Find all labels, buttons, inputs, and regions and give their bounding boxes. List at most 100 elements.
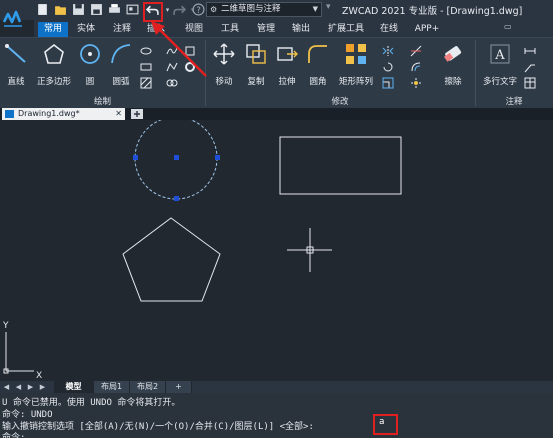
move-label: 移动 <box>215 77 233 87</box>
erase-button[interactable]: 擦除 <box>440 42 466 87</box>
stretch-icon <box>277 47 298 61</box>
array-icon <box>346 44 366 64</box>
tab-layout2[interactable]: 布局2 <box>130 381 166 393</box>
copy-button[interactable]: 复制 <box>243 42 269 87</box>
fillet-label: 圆角 <box>309 77 327 87</box>
tab-annotate[interactable]: 注释 <box>108 22 136 37</box>
arc-button[interactable]: 圆弧 <box>108 42 134 87</box>
help-icon[interactable]: ? <box>192 3 205 16</box>
tab-layout1[interactable]: 布局1 <box>94 381 130 393</box>
rectangle-entity[interactable] <box>279 136 402 195</box>
polygon-button[interactable]: 正多边形 <box>34 42 74 87</box>
move-icon <box>213 43 235 65</box>
tab-extension-tools[interactable]: 扩展工具 <box>323 22 369 37</box>
layout-tab-bar: ◀ ◀ ▶ ▶ 模型 布局1 布局2 + <box>0 381 553 393</box>
trim-icon[interactable] <box>410 45 422 57</box>
ucs-y-label: Y <box>2 321 9 331</box>
app-logo-icon[interactable] <box>2 8 24 30</box>
first-layout-icon[interactable]: ◀ <box>2 382 11 392</box>
new-tab-button[interactable] <box>131 109 143 119</box>
move-button[interactable]: 移动 <box>212 42 236 87</box>
plus-icon <box>134 111 140 117</box>
table-icon[interactable] <box>524 77 536 89</box>
open-folder-icon[interactable] <box>54 3 67 16</box>
save-icon[interactable] <box>72 3 85 16</box>
ucs-icon: Y X <box>2 321 42 381</box>
tab-output[interactable]: 输出 <box>287 22 315 37</box>
modify-group-label[interactable]: 修改 <box>205 96 475 108</box>
tab-home[interactable]: 常用 <box>38 22 68 37</box>
grip-right[interactable] <box>215 155 220 160</box>
window-title: ZWCAD 2021 专业版 - [Drawing1.dwg] <box>342 6 523 17</box>
mtext-label: 多行文字 <box>482 77 517 87</box>
prev-layout-icon[interactable]: ◀ <box>14 382 23 392</box>
svg-text:?: ? <box>196 6 201 16</box>
circle-button[interactable]: 圆 <box>78 42 102 87</box>
arc-icon <box>111 44 131 64</box>
ribbon-panel: 直线 正多边形 圆 圆弧 绘制 移动 复制 拉伸 圆角 矩形阵列 擦除 修改 A… <box>0 37 553 108</box>
drawing-file-icon <box>5 110 14 118</box>
rectangular-array-button[interactable]: 矩形阵列 <box>336 42 376 87</box>
grip-bottom[interactable] <box>174 196 179 201</box>
mirror-icon[interactable] <box>382 45 394 57</box>
grip-center[interactable] <box>174 155 179 160</box>
close-icon[interactable]: ✕ <box>115 108 122 120</box>
tab-tools[interactable]: 工具 <box>216 22 244 37</box>
plot-preview-icon[interactable] <box>126 3 139 16</box>
new-file-icon[interactable] <box>36 3 49 16</box>
stretch-button[interactable]: 拉伸 <box>274 42 300 87</box>
tab-add-layout[interactable]: + <box>166 381 192 393</box>
draw-group-label[interactable]: 绘制 <box>0 96 205 108</box>
customize-dropdown-icon[interactable]: ▾ <box>326 2 331 12</box>
mtext-button[interactable]: A 多行文字 <box>481 42 519 87</box>
circle-icon <box>80 44 100 64</box>
next-layout-icon[interactable]: ▶ <box>26 382 35 392</box>
leader-icon[interactable] <box>524 61 536 73</box>
tab-solid[interactable]: 实体 <box>72 22 100 37</box>
ribbon-minimize-icon[interactable]: ▭ <box>504 22 512 31</box>
drawing-canvas[interactable]: Y X <box>0 120 553 381</box>
grip-left[interactable] <box>133 155 138 160</box>
tab-app-plus[interactable]: APP+ <box>411 22 443 37</box>
svg-text:A: A <box>494 48 505 63</box>
workspace-label: 二维草图与注释 <box>221 4 281 14</box>
save-as-icon[interactable] <box>90 3 103 16</box>
annotate-group-label[interactable]: 注释 <box>475 96 553 108</box>
tab-online[interactable]: 在线 <box>375 22 403 37</box>
crosshair-cursor <box>287 228 332 272</box>
scale-icon[interactable] <box>382 77 394 89</box>
line-button[interactable]: 直线 <box>4 42 28 87</box>
polygon-label: 正多边形 <box>36 77 71 87</box>
explode-icon[interactable] <box>410 77 422 89</box>
copy-label: 复制 <box>247 77 265 87</box>
ucs-x-label: X <box>36 371 42 381</box>
offset-icon[interactable] <box>410 61 422 73</box>
copy-icon <box>246 44 266 64</box>
workspace-select[interactable]: ⚙ 二维草图与注释 ▼ <box>206 2 322 17</box>
fillet-button[interactable]: 圆角 <box>305 42 331 87</box>
document-tab-label: Drawing1.dwg* <box>18 109 80 118</box>
last-layout-icon[interactable]: ▶ <box>38 382 47 392</box>
fillet-icon <box>308 45 327 63</box>
array-label: 矩形阵列 <box>338 77 373 87</box>
command-window[interactable]: U 命令已禁用。使用 UNDO 命令将其打开。 命令: UNDO 输入撤销控制选… <box>0 393 553 438</box>
document-tab[interactable]: Drawing1.dwg* ✕ <box>2 108 125 120</box>
redo-icon[interactable] <box>173 3 186 16</box>
line-label: 直线 <box>7 77 25 87</box>
mtext-icon: A <box>490 44 510 64</box>
ribbon-tabs: 常用 实体 注释 插入 视图 工具 管理 输出 扩展工具 在线 APP+ ▭ <box>34 20 553 37</box>
rotate-icon[interactable] <box>382 61 394 73</box>
workspace-gear-icon: ⚙ <box>210 5 218 14</box>
stretch-label: 拉伸 <box>278 77 296 87</box>
dimension-icon[interactable] <box>524 45 536 57</box>
tab-manage[interactable]: 管理 <box>252 22 280 37</box>
pentagon-entity[interactable] <box>122 217 221 302</box>
tab-model[interactable]: 模型 <box>54 381 94 393</box>
drawing-svg: Y X <box>2 120 402 381</box>
arc-label: 圆弧 <box>112 77 130 87</box>
polygon-icon <box>44 43 64 64</box>
document-tab-strip: Drawing1.dwg* ✕ <box>0 108 553 120</box>
input-highlight-box <box>373 414 398 435</box>
print-icon[interactable] <box>108 3 121 16</box>
annotation-arrow <box>151 21 207 77</box>
